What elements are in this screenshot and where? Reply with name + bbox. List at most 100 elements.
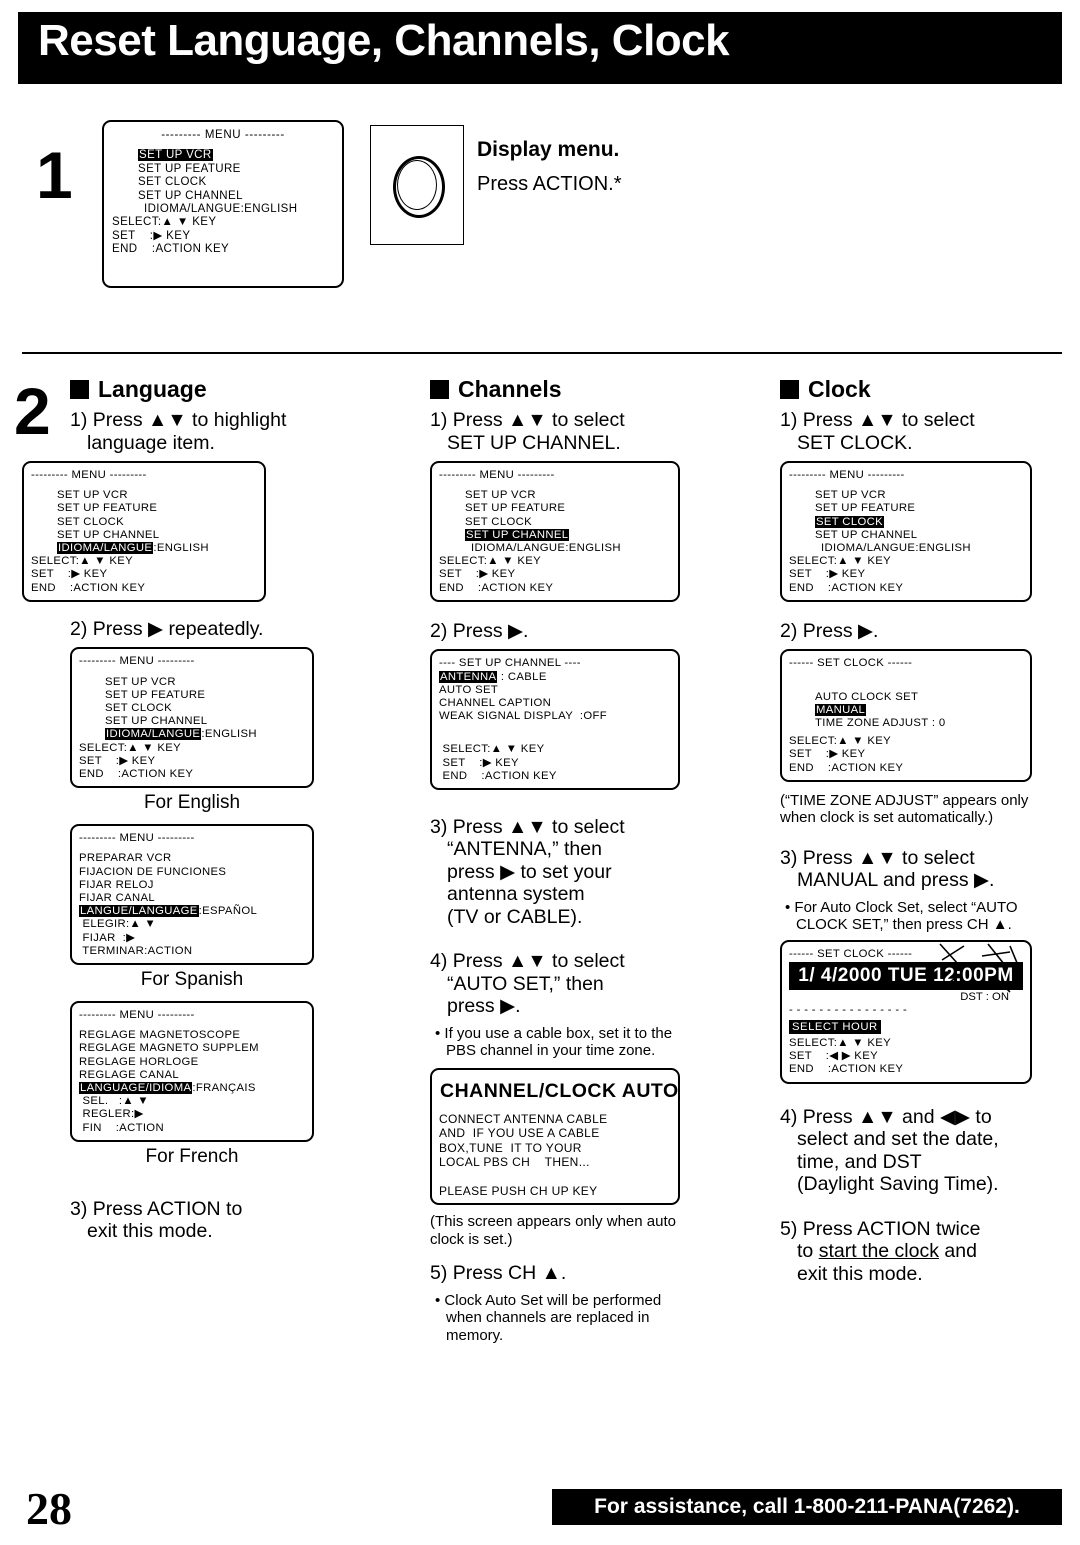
osd-autoset-screen: CHANNEL/CLOCK AUTO SET CONNECT ANTENNA C… <box>430 1067 680 1206</box>
osd-item: SET UP FEATURE <box>105 688 206 701</box>
clock-step-5-line1: Press ACTION twice <box>802 1217 981 1240</box>
osd-header: --------- MENU --------- <box>439 469 555 481</box>
osd-item: SET UP CHANNEL <box>138 189 243 202</box>
osd-key-set: SET :▶ KEY <box>789 568 866 581</box>
osd-item: CHANNEL CAPTION <box>439 696 552 709</box>
clock-step-4-label: 4) <box>780 1105 798 1128</box>
language-step-1-text: Press ▲▼ to highlight <box>92 409 287 431</box>
channels-step-4-line-0: Press ▲▼ to select <box>452 950 625 973</box>
clock-timezone-note: (“TIME ZONE ADJUST” appears only when cl… <box>780 791 1029 827</box>
osd-key-end: END :ACTION KEY <box>789 1063 904 1076</box>
channels-step-4-label: 4) <box>430 950 448 973</box>
osd-menu-spanish: --------- MENU --------- PREPARAR VCR FI… <box>70 824 314 965</box>
channels-step-4-line-2: press ▶. <box>447 995 521 1018</box>
language-heading-text: Language <box>98 376 207 402</box>
channels-step-4: 4) Press ▲▼ to select “AUTO SET,” then p… <box>430 950 690 1018</box>
osd-item-language-highlight: IDIOMA/LANGUE:ENGLISH <box>57 542 209 555</box>
osd-item-highlight: SET UP VCR <box>138 149 213 162</box>
osd-key-end: TERMINAR:ACTION <box>79 944 193 957</box>
osd-key-set: REGLER:▶ <box>79 1108 144 1121</box>
clock-step-2: 2) Press ▶. <box>780 620 1058 643</box>
osd-header: --------- MENU --------- <box>161 129 285 141</box>
osd-header: --------- MENU --------- <box>79 832 195 845</box>
osd-header: --------- MENU --------- <box>789 469 905 481</box>
clock-select-hour-badge: SELECT HOUR <box>789 1019 881 1034</box>
osd-header: ---- SET UP CHANNEL ---- <box>439 657 581 670</box>
osd-key-select: ELEGIR:▲ ▼ <box>79 918 157 931</box>
language-step-2-text: Press ▶ repeatedly. <box>92 617 264 640</box>
clock-step-4: 4) Press ▲▼ and ◀▶ to select and set the… <box>780 1106 1058 1196</box>
clock-step-2-text: Press ▶. <box>802 619 879 642</box>
clock-step-4-line-3: (Daylight Saving Time). <box>797 1173 999 1196</box>
osd-item: SET CLOCK <box>465 515 532 528</box>
osd-item-highlight: SET UP CHANNEL <box>465 528 570 541</box>
clock-heading-text: Clock <box>808 376 871 402</box>
language-step-1: 1) Press ▲▼ to highlight language item. <box>22 409 352 454</box>
osd-item: REGLAGE CANAL <box>79 1068 179 1081</box>
autoset-line: AND IF YOU USE A CABLE <box>439 1126 600 1141</box>
clock-step-1-text2: SET CLOCK. <box>797 431 913 454</box>
osd-item: SET UP FEATURE <box>57 502 158 515</box>
osd-item: SET CLOCK <box>105 701 172 714</box>
osd-key-select: SELECT:▲ ▼ KEY <box>789 735 891 748</box>
osd-item: SET UP VCR <box>465 489 536 502</box>
osd-set-clock: ------ SET CLOCK ------ AUTO CLOCK SET M… <box>780 649 1032 782</box>
channels-step-1-text2: SET UP CHANNEL. <box>447 431 621 454</box>
clock-step-3-text2: MANUAL and press ▶. <box>797 869 995 892</box>
action-button-icon <box>370 125 464 245</box>
page-title-bar: Reset Language, Channels, Clock <box>18 12 1062 84</box>
page-title: Reset Language, Channels, Clock <box>38 16 730 65</box>
language-step-1-label: 1) <box>70 409 88 431</box>
caption-english: For English <box>143 792 241 814</box>
osd-item: SET UP CHANNEL <box>57 528 160 541</box>
osd-item: SET UP CHANNEL <box>105 715 208 728</box>
osd-item: FIJACION DE FUNCIONES <box>79 865 227 878</box>
clock-step-5-line2: to start the clock and <box>797 1240 977 1263</box>
osd-key-select: SELECT:▲ ▼ KEY <box>112 216 217 229</box>
osd-key-end: END :ACTION KEY <box>112 243 230 256</box>
osd-menu-channels-1: --------- MENU --------- SET UP VCR SET … <box>430 461 680 602</box>
osd-item: SET CLOCK <box>138 176 207 189</box>
language-step-3: 3) Press ACTION to exit this mode. <box>22 1198 352 1243</box>
osd-key-select: SELECT:▲ ▼ KEY <box>439 555 541 568</box>
page-number: 28 <box>26 1483 72 1534</box>
channels-step-4-note: • If you use a cable box, set it to the … <box>435 1024 673 1060</box>
osd-item: REGLAGE MAGNETO SUPPLEM <box>79 1042 259 1055</box>
osd-key-set: SET :▶ KEY <box>112 229 191 242</box>
step-1-number: 1 <box>36 138 73 212</box>
bullet-square-icon <box>780 380 799 399</box>
section-divider <box>22 352 1062 354</box>
osd-key-select: SELECT:▲ ▼ KEY <box>31 555 133 568</box>
osd-key-select: SELECT:▲ ▼ KEY <box>439 743 545 756</box>
clock-step-2-label: 2) <box>780 619 798 642</box>
osd-item: SET UP FEATURE <box>815 502 916 515</box>
osd-key-end: END :ACTION KEY <box>31 581 146 594</box>
osd-item: FIJAR RELOJ <box>79 878 154 891</box>
osd-item: SET UP FEATURE <box>465 502 566 515</box>
osd-setup-channel: ---- SET UP CHANNEL ---- ANTENNA : CABLE… <box>430 649 680 790</box>
osd-item-language: IDIOMA/LANGUE:ENGLISH <box>471 542 621 555</box>
channels-step-1-label: 1) <box>430 409 448 431</box>
osd-key-set: SET :▶ KEY <box>31 568 108 581</box>
channels-step-3-label: 3) <box>430 815 448 838</box>
step-1-block: 1 --------- MENU --------- SET UP VCR SE… <box>22 120 1062 320</box>
channels-step-3-line-4: (TV or CABLE). <box>447 905 583 928</box>
clock-step-3-text: Press ▲▼ to select <box>802 846 975 869</box>
osd-item: AUTO CLOCK SET <box>815 690 919 703</box>
clock-step-3: 3) Press ▲▼ to select MANUAL and press ▶… <box>780 847 1058 892</box>
clock-heading: Clock <box>780 376 1058 403</box>
manual-page: Reset Language, Channels, Clock 1 ------… <box>0 0 1080 1545</box>
action-button-ring-inner <box>397 160 437 210</box>
osd-item-language-highlight: IDIOMA/LANGUE:ENGLISH <box>105 728 257 741</box>
channels-step-5-text: Press CH ▲. <box>452 1262 567 1285</box>
osd-key-end: END :ACTION KEY <box>79 767 194 780</box>
osd-item-language-highlight: LANGUE/LANGUAGE:ESPAÑOL <box>79 905 258 918</box>
channels-step-1-text: Press ▲▼ to select <box>452 409 625 431</box>
autoset-line: CONNECT ANTENNA CABLE <box>439 1111 608 1126</box>
clock-step-1: 1) Press ▲▼ to select SET CLOCK. <box>780 409 1058 454</box>
language-step-2: 2) Press ▶ repeatedly. <box>22 618 352 641</box>
osd-key-select: SELECT:▲ ▼ KEY <box>79 741 181 754</box>
osd-header: ------ SET CLOCK ------ <box>789 947 913 960</box>
osd-key-set: SET :◀ ▶ KEY <box>789 1050 878 1063</box>
bullet-square-icon <box>70 380 89 399</box>
